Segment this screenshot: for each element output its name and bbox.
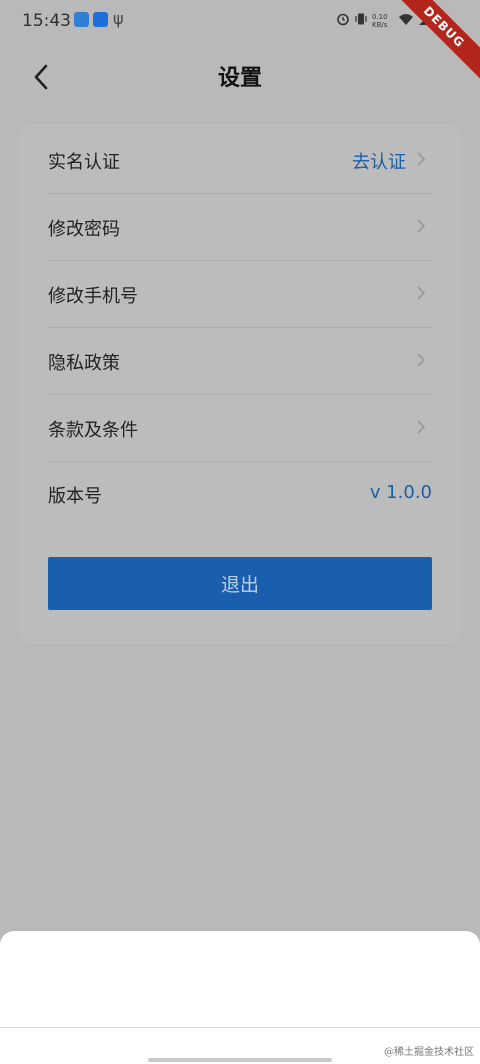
row-label: 修改密码 [48,219,120,240]
chevron-right-icon [417,286,426,300]
settings-row-terms[interactable]: 条款及条件 [48,394,432,462]
settings-row-version: 版本号 v 1.0.0 [48,460,432,527]
bottom-sheet: @稀土掘金技术社区 [0,931,480,1064]
alarm-icon [337,13,349,26]
alipay-icon [93,12,108,27]
sheet-divider [0,1027,480,1028]
usb-icon: ψ [113,9,124,28]
logout-button[interactable]: 退出 [48,557,432,610]
app-icon [74,12,89,27]
settings-row-change-phone[interactable]: 修改手机号 [48,260,432,328]
row-label: 版本号 [48,486,102,507]
watermark: @稀土掘金技术社区 [384,1047,474,1058]
row-label: 条款及条件 [48,420,138,441]
status-time: 15:43 [22,11,71,31]
wifi-icon [399,14,413,25]
chevron-right-icon [417,152,426,166]
settings-row-privacy-policy[interactable]: 隐私政策 [48,327,432,395]
settings-row-real-name-verification[interactable]: 实名认证 去认证 [48,126,432,194]
page-title: 设置 [217,66,262,91]
row-label: 隐私政策 [48,353,120,374]
network-speed: 0.10 KB/s [372,13,388,29]
row-value: 去认证 [352,152,406,173]
chevron-right-icon [417,219,426,233]
vibrate-icon [355,13,367,25]
home-indicator[interactable] [148,1058,332,1062]
chevron-right-icon [417,420,426,434]
settings-row-change-password[interactable]: 修改密码 [48,193,432,261]
row-label: 实名认证 [48,152,120,173]
row-label: 修改手机号 [48,286,138,307]
chevron-right-icon [417,353,426,367]
version-value: v 1.0.0 [369,482,432,503]
